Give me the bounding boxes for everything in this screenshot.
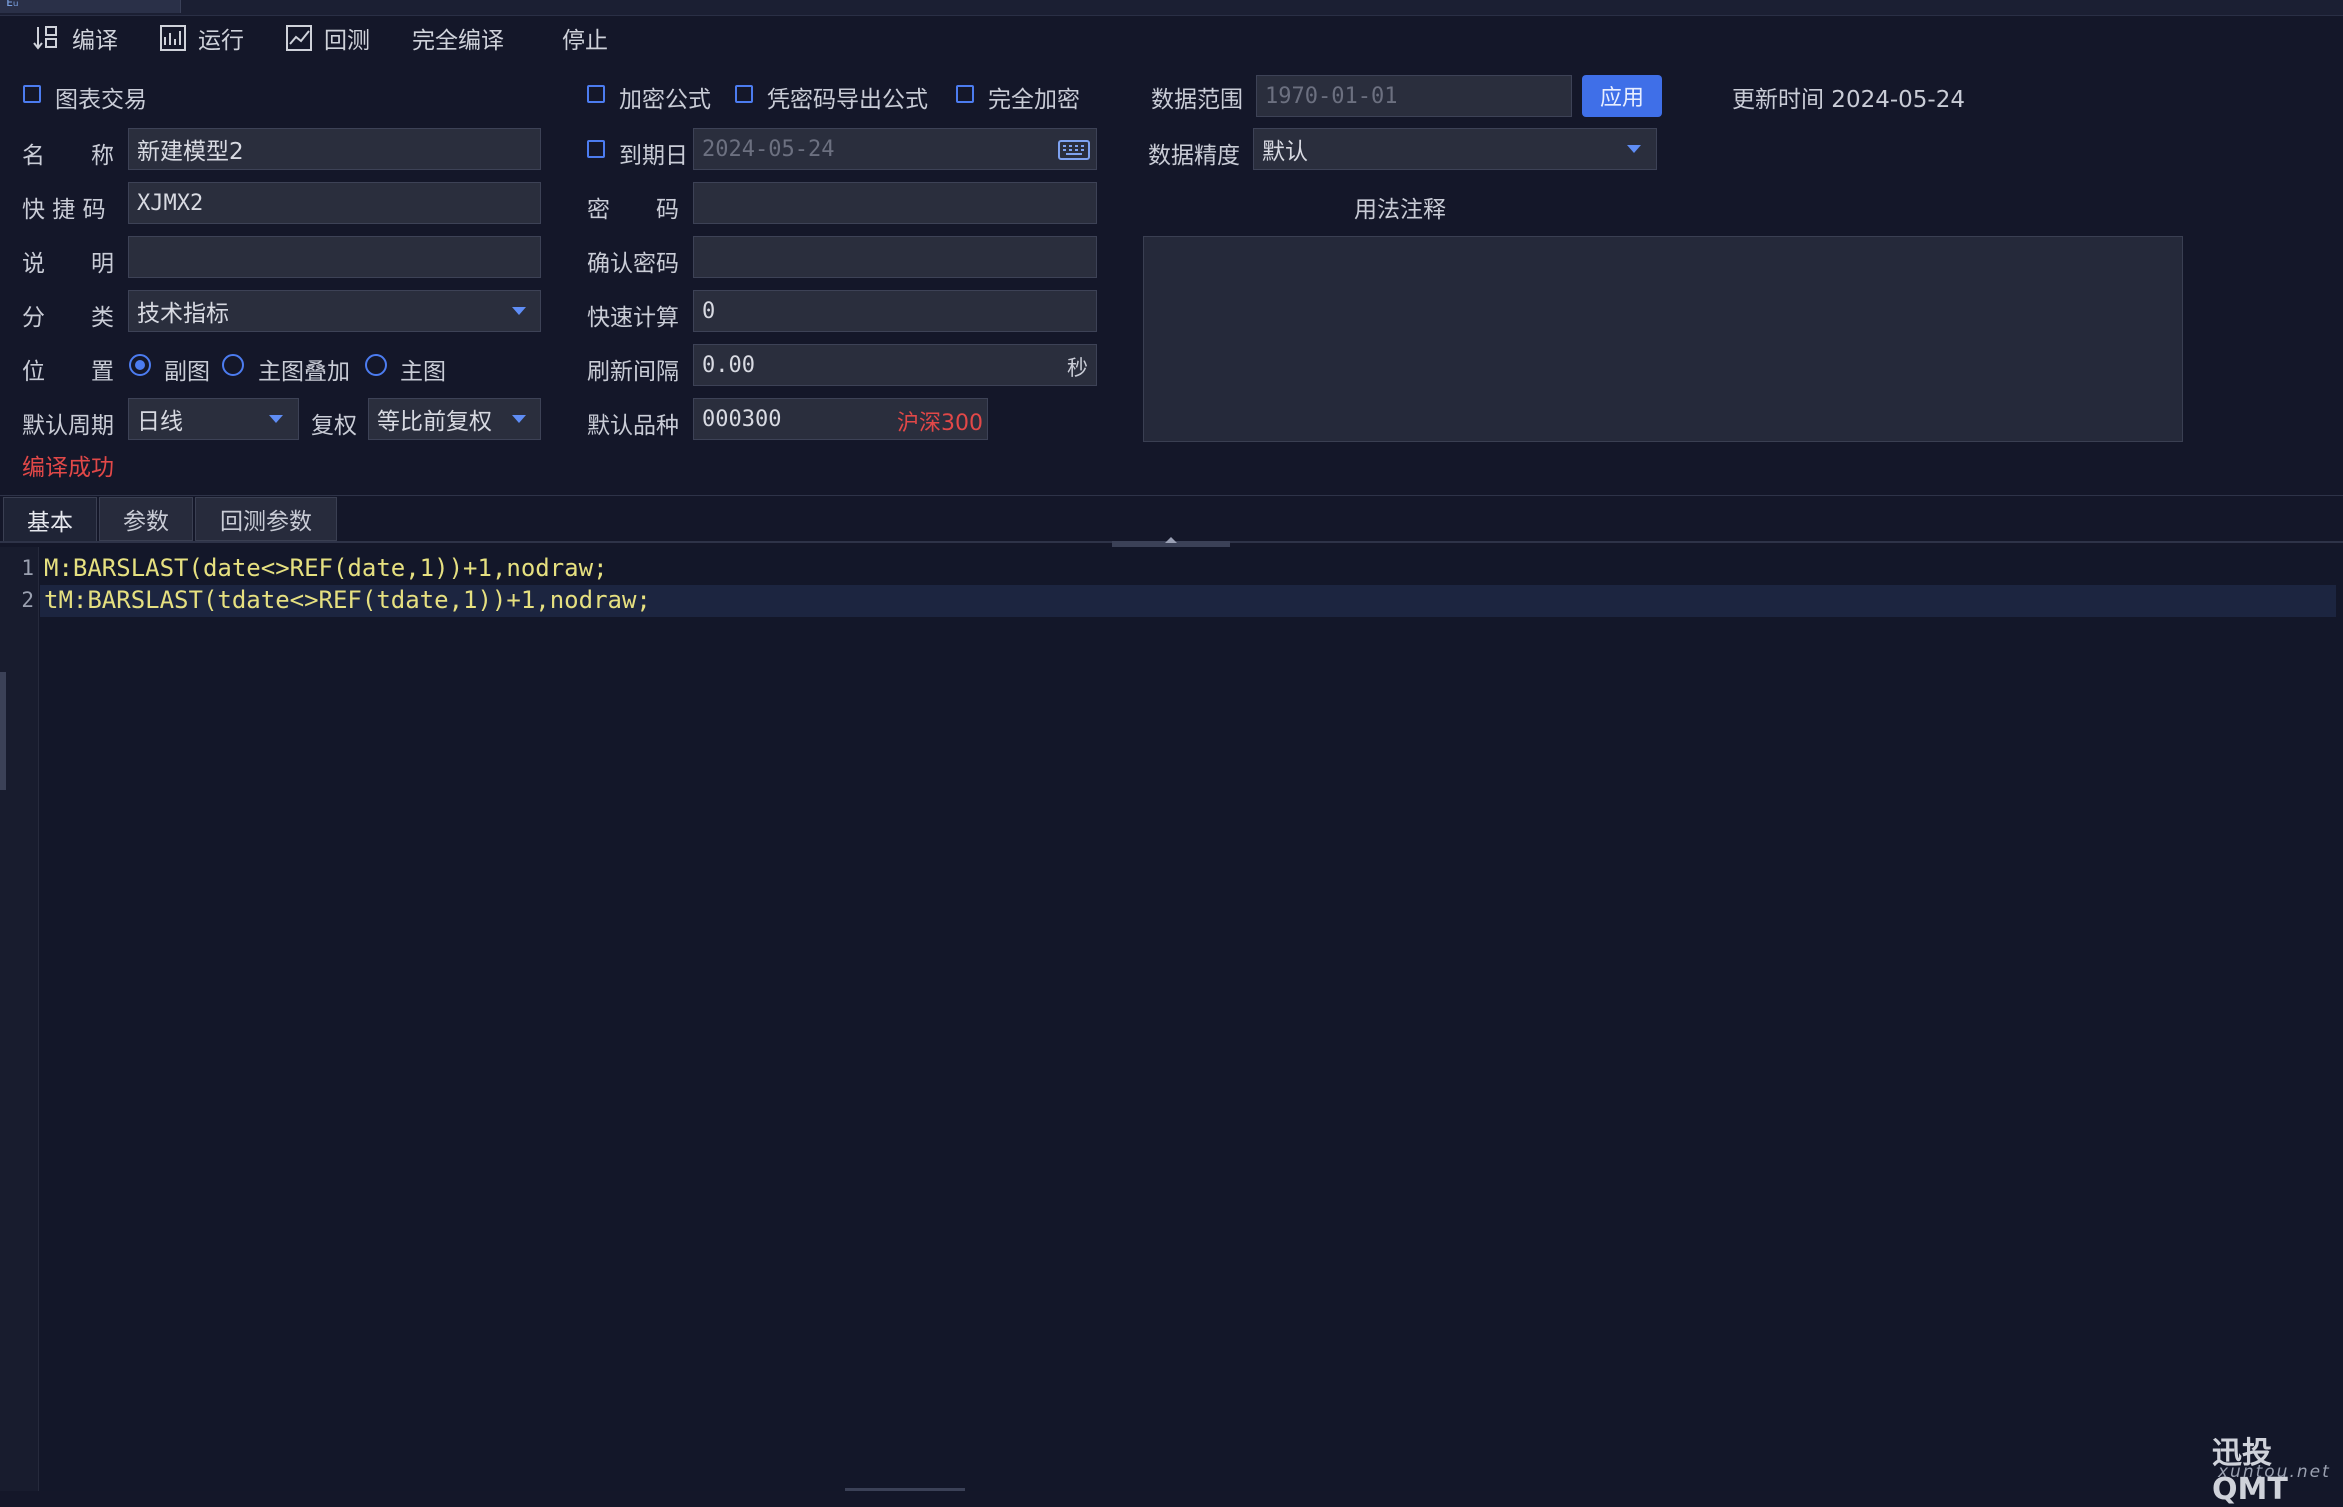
update-time: 更新时间 2024-05-24 <box>1732 87 1965 113</box>
run-button[interactable]: 运行 <box>158 20 244 56</box>
apply-button[interactable]: 应用 <box>1582 75 1662 117</box>
code-line-1-text: M:BARSLAST(date<>REF(date,1))+1,nodraw; <box>44 554 608 582</box>
position-radio-subchart[interactable] <box>129 354 151 376</box>
chart-trade-label: 图表交易 <box>55 87 147 113</box>
category-label: 分 类 <box>22 305 114 331</box>
stop-label: 停止 <box>562 28 608 54</box>
compile-icon <box>33 26 57 50</box>
backtest-label: 回测 <box>324 28 370 54</box>
full-encrypt-checkbox[interactable] <box>956 85 974 103</box>
refresh-unit: 秒 <box>1067 356 1088 380</box>
category-value: 技术指标 <box>137 301 229 327</box>
encrypt-formula-checkbox[interactable] <box>587 85 605 103</box>
export-with-password-checkbox[interactable] <box>735 85 753 103</box>
confirm-password-field[interactable] <box>693 236 1097 278</box>
full-compile-button[interactable]: 完全编译 <box>412 20 504 56</box>
code-editor[interactable] <box>0 547 2343 1491</box>
data-precision-value: 默认 <box>1262 139 1308 165</box>
description-label: 说 明 <box>22 251 114 277</box>
run-chart-icon <box>160 25 186 51</box>
refresh-interval-value: 0.00 <box>702 352 755 378</box>
expire-date-value: 2024-05-24 <box>702 136 835 162</box>
precision-dropdown-icon[interactable] <box>1627 145 1641 153</box>
stop-button[interactable]: 停止 <box>562 20 608 56</box>
refresh-interval-field[interactable]: 0.00 <box>693 344 1097 386</box>
tab-backtest-params[interactable]: 回测参数 <box>195 497 337 541</box>
refresh-interval-label: 刷新间隔 <box>587 359 679 385</box>
description-field[interactable] <box>128 236 541 278</box>
position-option-mainchart: 主图 <box>400 359 446 385</box>
adjust-value: 等比前复权 <box>377 409 492 435</box>
compile-status: 编译成功 <box>22 455 114 481</box>
backtest-button[interactable]: 回测 <box>284 20 370 56</box>
encrypt-formula-label: 加密公式 <box>619 87 711 113</box>
export-with-password-label: 凭密码导出公式 <box>767 87 928 113</box>
shortcut-label: 快 捷 码 <box>22 197 106 223</box>
adjust-dropdown-icon[interactable] <box>512 415 526 423</box>
shortcut-field[interactable]: XJMX2 <box>128 182 541 224</box>
position-option-overlay: 主图叠加 <box>258 359 350 385</box>
keyboard-icon[interactable] <box>1058 138 1090 162</box>
default-period-label: 默认周期 <box>22 413 114 439</box>
category-select[interactable]: 技术指标 <box>128 290 541 332</box>
period-dropdown-icon[interactable] <box>269 415 283 423</box>
quick-calc-label: 快速计算 <box>587 305 679 331</box>
data-range-field[interactable]: 1970-01-01 <box>1256 75 1572 117</box>
default-symbol-code: 000300 <box>702 406 782 432</box>
code-line-2[interactable]: tM:BARSLAST(tdate<>REF(tdate,1))+1,nodra… <box>44 586 651 614</box>
quick-calc-field[interactable]: 0 <box>693 290 1097 332</box>
backtest-chart-icon <box>286 25 312 51</box>
name-field[interactable]: 新建模型2 <box>128 128 541 170</box>
tab-basic[interactable]: 基本 <box>3 497 97 541</box>
usage-notes-textarea[interactable] <box>1143 236 2183 442</box>
full-encrypt-label: 完全加密 <box>988 87 1080 113</box>
tab-params[interactable]: 参数 <box>99 497 193 541</box>
position-option-subchart: 副图 <box>164 359 210 385</box>
position-radio-mainchart[interactable] <box>365 354 387 376</box>
code-line-2-text: tM:BARSLAST(tdate<>REF(tdate,1))+1,nodra… <box>44 586 651 614</box>
default-period-value: 日线 <box>137 409 183 435</box>
category-dropdown-icon[interactable] <box>512 307 526 315</box>
tab-bar <box>0 495 2343 543</box>
compile-button[interactable]: 编译 <box>32 20 118 56</box>
data-precision-label: 数据精度 <box>1148 143 1240 169</box>
name-label: 名 称 <box>22 143 114 169</box>
left-edge-handle[interactable] <box>0 672 6 790</box>
password-field[interactable] <box>693 182 1097 224</box>
watermark-url: xuntou.net <box>2218 1462 2331 1482</box>
data-precision-select[interactable]: 默认 <box>1253 128 1657 170</box>
compile-label: 编译 <box>72 28 118 54</box>
usage-notes-title: 用法注释 <box>1354 197 1446 223</box>
position-radio-overlay[interactable] <box>222 354 244 376</box>
tab-icon: ᴇᵤ <box>6 0 19 10</box>
window-top-strip <box>0 0 2343 16</box>
adjust-label: 复权 <box>311 413 357 439</box>
chart-trade-checkbox[interactable] <box>23 85 41 103</box>
default-symbol-name: 沪深300 <box>897 411 983 436</box>
position-label: 位 置 <box>22 359 114 385</box>
default-symbol-label: 默认品种 <box>587 413 679 439</box>
expire-date-field[interactable]: 2024-05-24 <box>693 128 1097 170</box>
code-line-1[interactable]: M:BARSLAST(date<>REF(date,1))+1,nodraw; <box>44 554 608 582</box>
expire-checkbox[interactable] <box>587 140 605 158</box>
line-number: 2 <box>21 588 34 612</box>
full-compile-label: 完全编译 <box>412 28 504 54</box>
document-tab[interactable]: ᴇᵤ <box>0 0 181 13</box>
confirm-password-label: 确认密码 <box>587 251 679 277</box>
data-range-label: 数据范围 <box>1151 87 1243 113</box>
expire-label: 到期日 <box>619 143 688 169</box>
line-number: 1 <box>21 556 34 580</box>
password-label: 密 码 <box>587 197 679 223</box>
run-label: 运行 <box>198 28 244 54</box>
